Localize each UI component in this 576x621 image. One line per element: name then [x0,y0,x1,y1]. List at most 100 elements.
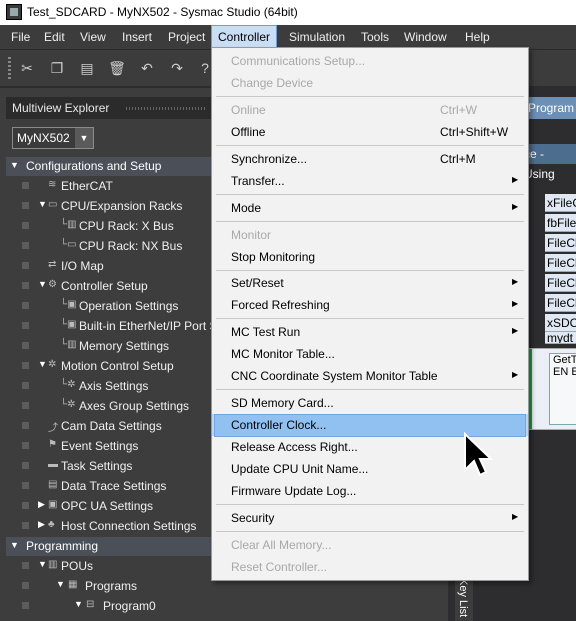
menu-item-transfer[interactable]: Transfer... ▶ [212,170,528,192]
program-icon: ⊟ [86,599,95,610]
menu-item-stop-monitoring[interactable]: Stop Monitoring [212,246,528,268]
tree-item-label: CPU Rack: NX Bus [79,239,183,253]
variable-cell[interactable]: FileCl [545,294,576,312]
checkbox[interactable] [22,382,29,389]
checkbox[interactable] [22,302,29,309]
menu-bar: File Edit View Insert Project Controller… [0,25,576,49]
expand-triangle-icon[interactable]: ▶ [38,499,45,510]
delete-icon[interactable]: 🗑 [108,59,126,77]
menu-simulation[interactable]: Simulation [283,25,351,49]
expand-triangle-icon[interactable]: ▼ [38,559,47,569]
menu-edit[interactable]: Edit [38,25,71,49]
checkbox[interactable] [22,582,29,589]
variable-cell[interactable]: xFileC [545,194,576,212]
menu-item-cnc-monitor-table[interactable]: CNC Coordinate System Monitor Table ▶ [212,365,528,387]
controller-menu: Communications Setup... Change Device On… [211,47,529,581]
expand-triangle-icon[interactable]: ▼ [56,579,65,589]
paste-icon[interactable]: ▤ [78,59,96,77]
menu-item-mc-monitor-table[interactable]: MC Monitor Table... [212,343,528,365]
memory-icon: └▥ [60,339,77,350]
opc-ua-icon: ▣ [48,499,58,510]
checkbox[interactable] [22,322,29,329]
window-title: Test_SDCARD - MyNX502 - Sysmac Studio (6… [27,5,298,19]
menu-item-change-device[interactable]: Change Device [212,72,528,94]
tree-item-program0[interactable]: ▼ ⊟ Program0 [6,596,446,616]
checkbox[interactable] [22,182,29,189]
checkbox[interactable] [22,342,29,349]
menu-item-reset-controller[interactable]: Reset Controller... [212,556,528,578]
expand-triangle-icon[interactable]: ▼ [38,199,47,209]
menu-item-clear-all-memory[interactable]: Clear All Memory... [212,534,528,556]
menu-file[interactable]: File [5,25,36,49]
checkbox[interactable] [22,262,29,269]
menu-view[interactable]: View [74,25,112,49]
expand-triangle-icon[interactable]: ▶ [38,519,45,530]
menu-item-offline[interactable]: Offline Ctrl+Shift+W [212,121,528,143]
app-icon [6,4,22,20]
checkbox[interactable] [22,402,29,409]
menu-item-security[interactable]: Security ▶ [212,507,528,529]
undo-icon[interactable]: ↶ [138,59,156,77]
submenu-arrow-icon: ▶ [512,370,519,379]
menu-separator [216,221,524,222]
motion-gear-icon: ✲ [48,359,57,370]
checkbox[interactable] [22,462,29,469]
checkbox[interactable] [22,522,29,529]
menu-item-mode[interactable]: Mode ▶ [212,197,528,219]
menu-insert[interactable]: Insert [116,25,158,49]
variable-cell[interactable]: FileCl [545,234,576,252]
checkbox[interactable] [22,222,29,229]
checkbox[interactable] [22,482,29,489]
collapse-triangle-icon[interactable]: ▼ [10,160,19,170]
menu-item-communications-setup[interactable]: Communications Setup... [212,50,528,72]
device-select[interactable]: MyNX502 ▼ [12,127,94,149]
menu-help[interactable]: Help [459,25,496,49]
variable-cell[interactable]: fbFile [545,214,576,232]
menu-item-sd-memory-card[interactable]: SD Memory Card... [212,392,528,414]
menu-window[interactable]: Window [398,25,453,49]
menu-item-mc-test-run[interactable]: MC Test Run ▶ [212,321,528,343]
checkbox[interactable] [22,282,29,289]
variable-cell[interactable]: xSDC [545,314,576,332]
variable-cell[interactable]: FileCl [545,274,576,292]
submenu-arrow-icon: ▶ [512,277,519,286]
redo-icon[interactable]: ↷ [168,59,186,77]
menu-item-set-reset[interactable]: Set/Reset ▶ [212,272,528,294]
copy-icon[interactable]: ❐ [48,59,66,77]
checkbox[interactable] [22,602,29,609]
function-block[interactable]: GetT EN E [549,353,576,425]
menu-tools[interactable]: Tools [355,25,395,49]
checkbox[interactable] [22,202,29,209]
menu-item-synchronize[interactable]: Synchronize... Ctrl+M [212,148,528,170]
checkbox[interactable] [22,422,29,429]
menu-item-forced-refreshing[interactable]: Forced Refreshing ▶ [212,294,528,316]
menu-item-firmware-update-log[interactable]: Firmware Update Log... [212,480,528,502]
toolbar-grip[interactable] [8,57,11,79]
variable-cell[interactable]: mydt [545,332,576,344]
rack-bus-icon: └▥ [60,219,77,230]
function-block-title: GetT [553,354,576,366]
cut-icon[interactable]: ✂ [18,59,36,77]
expand-triangle-icon[interactable]: ▼ [38,279,47,289]
checkbox[interactable] [22,242,29,249]
checkbox[interactable] [22,362,29,369]
checkbox[interactable] [22,442,29,449]
pou-icon: ▥ [48,559,58,570]
power-rail [529,349,532,429]
variable-cell[interactable]: FileCl [545,254,576,272]
chevron-down-icon[interactable]: ▼ [75,128,93,148]
key-list-tab[interactable]: Key List [455,574,473,621]
expand-triangle-icon[interactable]: ▼ [74,599,83,609]
ethercat-icon: ≋ [48,179,57,190]
cam-icon: ⤴ [48,423,58,434]
menu-project[interactable]: Project [162,25,211,49]
tree-item-label: Host Connection Settings [61,519,197,533]
menu-item-monitor[interactable]: Monitor [212,224,528,246]
checkbox[interactable] [22,502,29,509]
collapse-triangle-icon[interactable]: ▼ [10,540,19,550]
menu-item-online[interactable]: Online Ctrl+W [212,99,528,121]
expand-triangle-icon[interactable]: ▼ [38,359,47,369]
checkbox[interactable] [22,562,29,569]
menu-controller[interactable]: Controller [211,25,278,49]
tree-item-label: Program0 [103,599,156,613]
